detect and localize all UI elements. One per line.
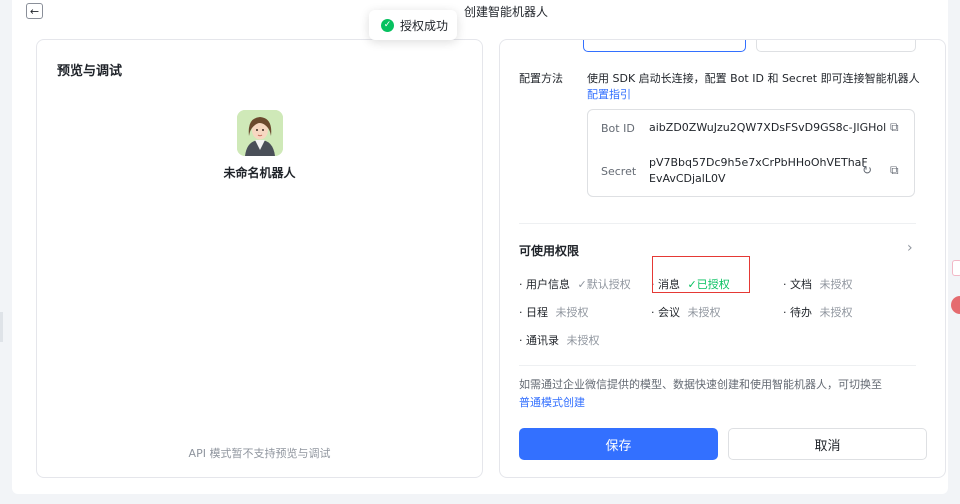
- perm-item-user-info: · 用户信息 ✓默认授权: [519, 278, 631, 291]
- perm-name: 日程: [526, 306, 548, 319]
- secret-value[interactable]: pV7Bbq57Dc9h5e7xCrPbHHoOhVEThaF EvAvCDja…: [649, 155, 868, 187]
- success-toast: ✓ 授权成功: [369, 10, 457, 40]
- normal-mode-link[interactable]: 普通模式创建: [519, 394, 585, 410]
- perm-status: 未授权: [566, 334, 600, 347]
- copy-icon[interactable]: ⧉: [890, 163, 899, 178]
- perm-name: 待办: [790, 306, 812, 319]
- copy-icon[interactable]: ⧉: [890, 120, 899, 135]
- preview-title: 预览与调试: [57, 64, 123, 79]
- scroll-indicator: [0, 312, 3, 342]
- secret-line-2: EvAvCDjalL0V: [649, 172, 726, 185]
- bot-avatar: [237, 110, 283, 156]
- toast-text: 授权成功: [400, 18, 449, 33]
- perm-name: 用户信息: [526, 278, 570, 291]
- chevron-right-icon[interactable]: ›: [907, 240, 913, 256]
- perm-item-calendar: · 日程 未授权: [519, 306, 589, 319]
- perm-name: 通讯录: [526, 334, 559, 347]
- back-button[interactable]: ←: [26, 3, 43, 19]
- check-circle-icon: ✓: [381, 18, 394, 32]
- config-method-description: 使用 SDK 启动长连接，配置 Bot ID 和 Secret 即可连接智能机器…: [587, 72, 920, 85]
- secret-label: Secret: [601, 165, 637, 178]
- perm-status: 未授权: [555, 306, 589, 319]
- highlight-box: [652, 256, 750, 293]
- mode-option-api[interactable]: [583, 40, 746, 52]
- credentials-box: Bot ID aibZD0ZWuJzu2QW7XDsFSvD9GS8c-JlGH…: [587, 109, 915, 197]
- arrow-left-icon: ←: [29, 4, 40, 18]
- side-float-widget[interactable]: [952, 260, 960, 276]
- check-icon: ✓: [577, 278, 587, 291]
- preview-unsupported-note: API 模式暂不支持预览与调试: [188, 447, 331, 460]
- perm-item-contacts: · 通讯录 未授权: [519, 334, 600, 347]
- secret-line-1: pV7Bbq57Dc9h5e7xCrPbHHoOhVEThaF: [649, 156, 868, 169]
- perm-item-docs: · 文档 未授权: [783, 278, 853, 291]
- dialog-title: 创建智能机器人: [464, 5, 549, 19]
- divider: [519, 223, 916, 224]
- save-button[interactable]: 保存: [519, 428, 718, 460]
- mode-option-normal[interactable]: [756, 40, 916, 52]
- perm-name: 文档: [790, 278, 812, 291]
- bot-id-value[interactable]: aibZD0ZWuJzu2QW7XDsFSvD9GS8c-JlGHol: [649, 120, 886, 136]
- perm-status: 未授权: [819, 278, 853, 291]
- perm-name: 会议: [658, 306, 680, 319]
- preview-panel: 预览与调试 未命名机器人 API 模式暂不支持预览与调试: [36, 39, 483, 478]
- bot-id-label: Bot ID: [601, 122, 635, 135]
- cancel-button[interactable]: 取消: [728, 428, 927, 460]
- config-guide-link[interactable]: 配置指引: [587, 86, 631, 102]
- perm-item-meeting: · 会议 未授权: [651, 306, 721, 319]
- perm-status: 默认授权: [586, 278, 631, 291]
- permissions-title: 可使用权限: [519, 244, 580, 258]
- switch-mode-note: 如需通过企业微信提供的模型、数据快速创建和使用智能机器人，可切换至: [519, 378, 882, 391]
- perm-status: 未授权: [687, 306, 721, 319]
- divider: [519, 365, 916, 366]
- config-method-label: 配置方法: [519, 72, 563, 85]
- bot-name: 未命名机器人: [223, 166, 296, 180]
- perm-item-todo: · 待办 未授权: [783, 306, 853, 319]
- perm-status: 未授权: [819, 306, 853, 319]
- refresh-icon[interactable]: ↻: [862, 163, 872, 177]
- config-panel: 配置方法 使用 SDK 启动长连接，配置 Bot ID 和 Secret 即可连…: [499, 39, 946, 478]
- side-float-avatar[interactable]: [951, 296, 960, 314]
